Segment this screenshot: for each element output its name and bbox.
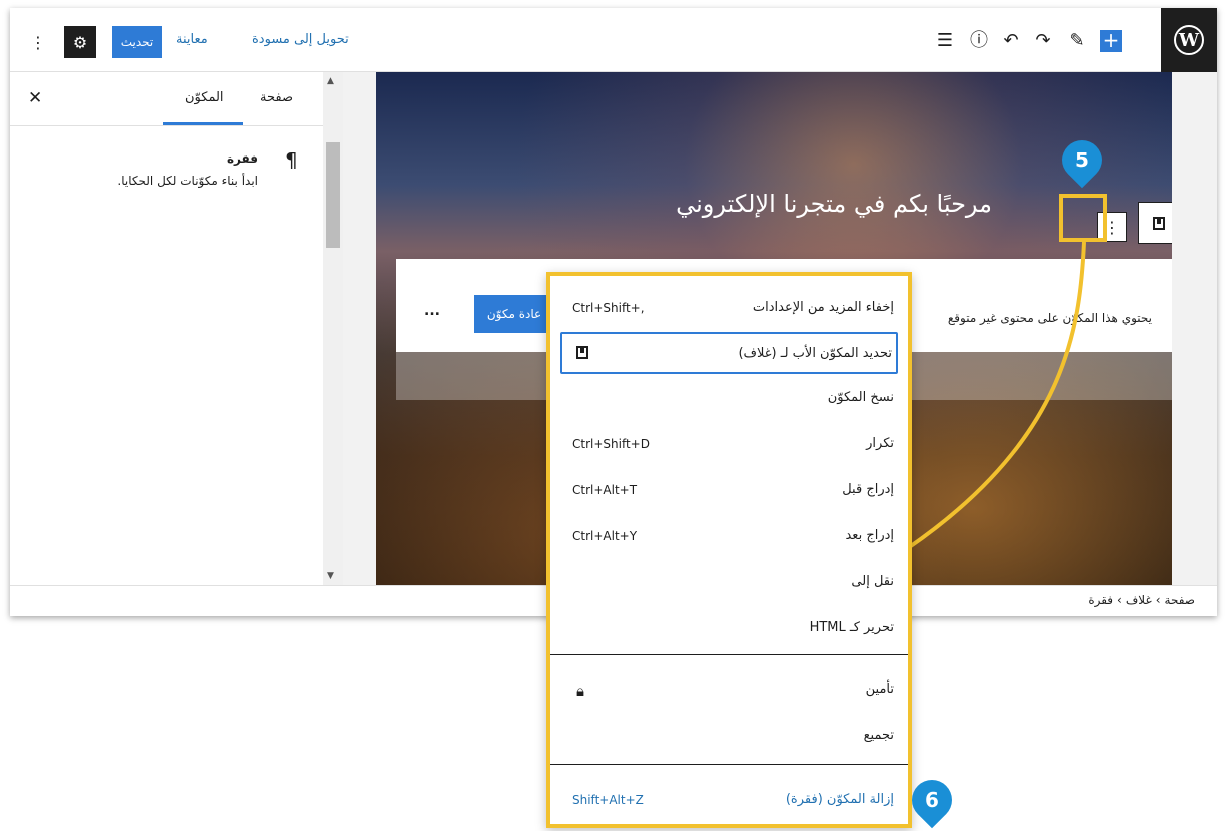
screenshot-root: W + ✎ ↷ ↶ ⓘ ☰ تحويل إلى مسودة معاينة تحد… [0, 0, 1227, 831]
menu-item-insert-before[interactable]: إدراج قبل Ctrl+Alt+T [560, 470, 898, 512]
menu-item-edit-html[interactable]: تحرير كـ HTML [560, 608, 898, 650]
menu-item-label: تحرير كـ HTML [809, 620, 894, 635]
menu-item-shortcut: Ctrl+Alt+Y [572, 529, 638, 543]
menu-item-label: تجميع [863, 728, 894, 743]
menu-item-shortcut: Ctrl+Shift+, [572, 301, 645, 315]
menu-item-insert-after[interactable]: إدراج بعد Ctrl+Alt+Y [560, 516, 898, 558]
menu-item-move-to[interactable]: نقل إلى [560, 562, 898, 604]
menu-divider [550, 764, 908, 765]
highlight-box [1059, 194, 1107, 242]
menu-item-copy[interactable]: نسخ المكوّن [560, 378, 898, 420]
menu-item-label: إزالة المكوّن (فقرة) [785, 792, 894, 807]
menu-item-select-parent[interactable]: تحديد المكوّن الأب لـ (غلاف) [560, 332, 898, 374]
bookmark-icon [576, 346, 588, 359]
menu-item-label: إدراج قبل [842, 482, 894, 497]
menu-divider [550, 654, 908, 655]
menu-item-label: تحديد المكوّن الأب لـ (غلاف) [738, 346, 892, 361]
menu-item-lock[interactable]: تأمين 🔒︎ [560, 670, 898, 712]
menu-item-hide-settings[interactable]: إخفاء المزيد من الإعدادات Ctrl+Shift+, [560, 288, 898, 330]
menu-item-group[interactable]: تجميع [560, 716, 898, 758]
menu-item-label: إخفاء المزيد من الإعدادات [752, 300, 894, 315]
menu-item-duplicate[interactable]: تكرار Ctrl+Shift+D [560, 424, 898, 466]
menu-item-remove-block[interactable]: إزالة المكوّن (فقرة) Shift+Alt+Z [560, 780, 898, 822]
menu-item-label: نقل إلى [851, 574, 894, 589]
step-5-number: 5 [1075, 148, 1089, 173]
menu-item-label: تكرار [866, 436, 894, 451]
step-6-number: 6 [925, 787, 939, 812]
lock-icon: 🔒︎ [576, 682, 584, 700]
menu-item-label: نسخ المكوّن [827, 390, 894, 405]
menu-item-label: تأمين [865, 682, 894, 697]
menu-item-shortcut: Ctrl+Shift+D [572, 437, 650, 451]
menu-item-shortcut: Ctrl+Alt+T [572, 483, 638, 497]
menu-item-shortcut: Shift+Alt+Z [572, 793, 644, 807]
block-options-menu: إخفاء المزيد من الإعدادات Ctrl+Shift+, ت… [546, 272, 912, 828]
menu-item-label: إدراج بعد [845, 528, 894, 543]
